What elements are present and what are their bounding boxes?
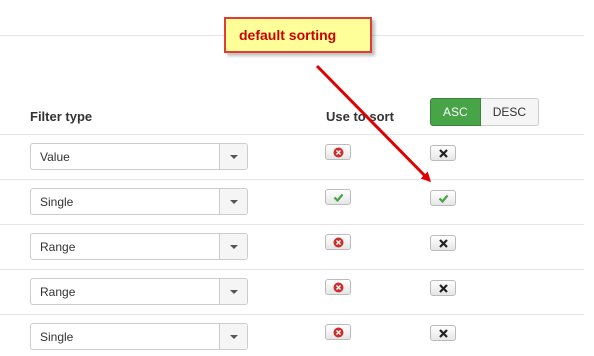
callout-arrow (315, 64, 432, 183)
